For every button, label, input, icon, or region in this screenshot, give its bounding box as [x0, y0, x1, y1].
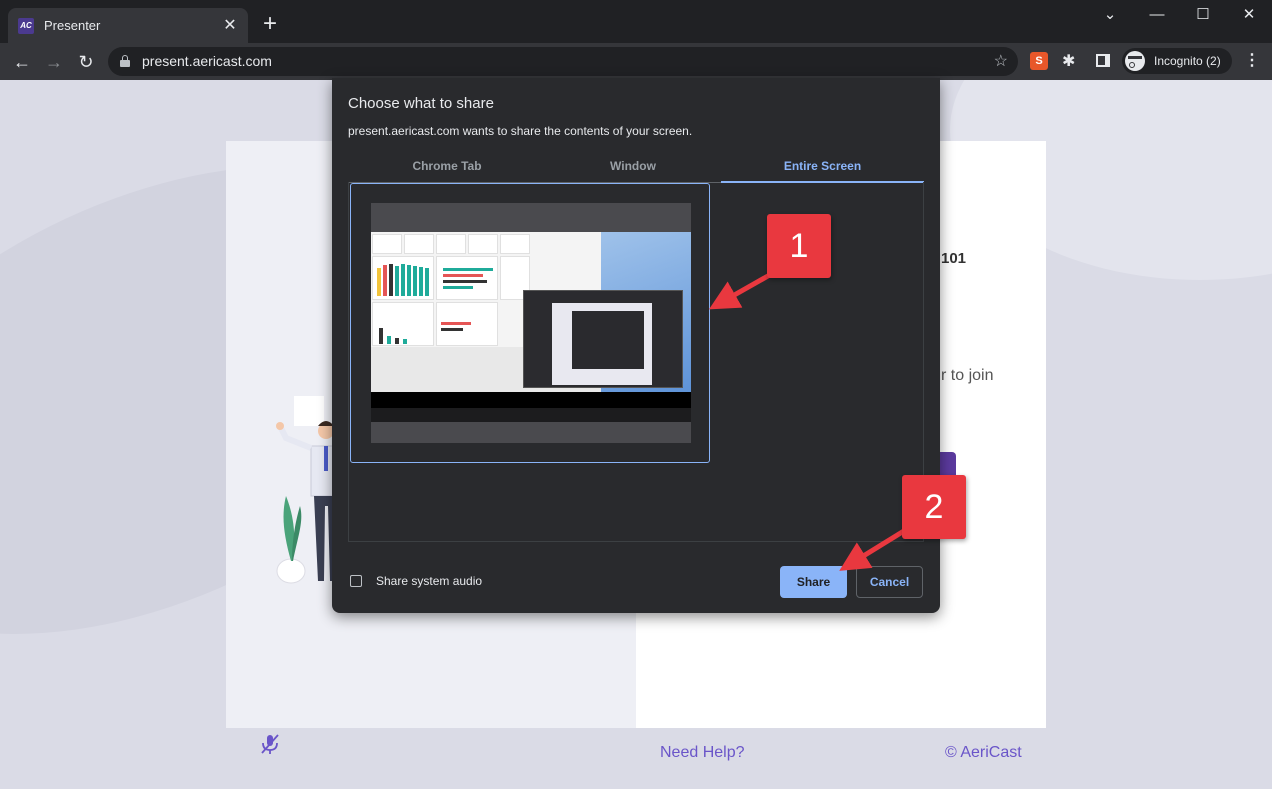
share-button[interactable]: Share — [780, 566, 847, 598]
bookmark-star-icon[interactable]: ☆ — [994, 51, 1008, 71]
tab-window[interactable]: Window — [538, 156, 728, 183]
mic-off-icon[interactable] — [259, 733, 281, 755]
new-tab-icon[interactable]: + — [258, 12, 282, 36]
browser-menu-icon[interactable]: ⋮ — [1244, 51, 1260, 71]
share-audio-option[interactable]: Share system audio — [350, 574, 482, 588]
tab-strip: AC Presenter ✕ + ⌄ — ☐ ✕ — [0, 0, 1272, 43]
tab-search-chevron-icon[interactable]: ⌄ — [1087, 4, 1133, 26]
lock-icon[interactable] — [120, 55, 130, 67]
incognito-label: Incognito (2) — [1154, 54, 1221, 68]
url-text: present.aericast.com — [142, 53, 272, 69]
share-screen-dialog: Choose what to share present.aericast.co… — [332, 78, 940, 613]
browser-toolbar: ← → ↻ present.aericast.com ☆ S ✱ Incogni… — [0, 43, 1272, 80]
browser-tab[interactable]: AC Presenter ✕ — [8, 8, 248, 43]
extension-icon[interactable]: S — [1030, 52, 1048, 70]
tab-chrome-tab[interactable]: Chrome Tab — [352, 156, 542, 183]
room-heading-fragment: 101 — [941, 250, 967, 267]
incognito-icon — [1125, 51, 1145, 71]
reload-icon[interactable]: ↻ — [74, 50, 98, 74]
maximize-icon[interactable]: ☐ — [1180, 4, 1226, 26]
need-help-link[interactable]: Need Help? — [660, 744, 745, 762]
callout-badge-1: 1 — [767, 214, 831, 278]
back-arrow-icon[interactable]: ← — [10, 50, 34, 74]
aericast-favicon-icon: AC — [18, 17, 34, 34]
share-audio-label: Share system audio — [376, 574, 483, 588]
side-panel-icon[interactable] — [1096, 54, 1110, 67]
dialog-subtitle: present.aericast.com wants to share the … — [348, 124, 693, 138]
cancel-button[interactable]: Cancel — [856, 566, 923, 598]
incognito-profile-button[interactable]: Incognito (2) — [1122, 48, 1232, 74]
entire-screen-option[interactable] — [350, 183, 710, 463]
extensions-puzzle-icon[interactable]: ✱ — [1062, 51, 1075, 71]
minimize-icon[interactable]: — — [1134, 4, 1180, 26]
forward-arrow-icon[interactable]: → — [42, 50, 66, 74]
tab-close-icon[interactable]: ✕ — [222, 17, 238, 34]
join-text-fragment: r to join — [941, 367, 994, 384]
screen-thumbnail — [371, 203, 691, 443]
window-close-icon[interactable]: ✕ — [1226, 4, 1272, 26]
source-list-panel — [348, 182, 924, 542]
share-audio-checkbox[interactable] — [350, 575, 362, 587]
callout-badge-2: 2 — [902, 475, 966, 539]
copyright-text: © AeriCast — [945, 744, 1022, 761]
address-bar[interactable]: present.aericast.com ☆ — [108, 47, 1018, 76]
dialog-title: Choose what to share — [348, 95, 494, 112]
tab-entire-screen[interactable]: Entire Screen — [721, 156, 924, 183]
share-source-tabs: Chrome Tab Window Entire Screen — [348, 156, 924, 183]
tab-title: Presenter — [44, 18, 101, 33]
